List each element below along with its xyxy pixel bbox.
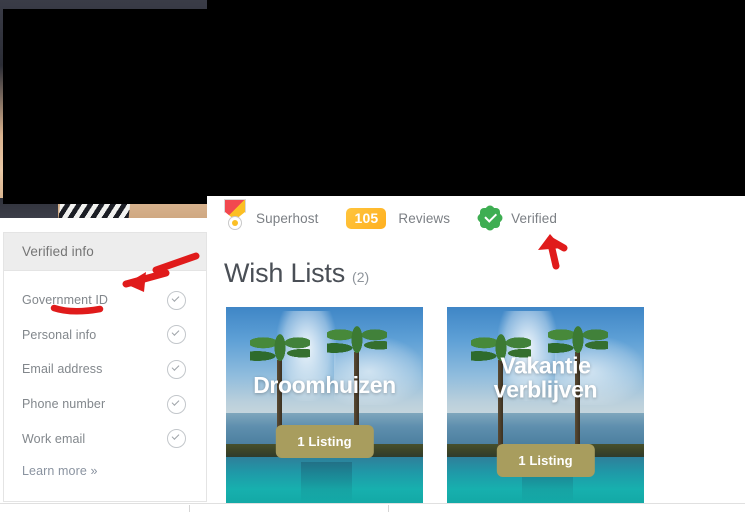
check-circle-icon (167, 394, 186, 414)
page-title: Wish Lists (224, 258, 346, 288)
verified-green-badge-icon (475, 203, 505, 233)
verified-item-label: Government ID (22, 293, 109, 308)
check-circle-icon (167, 429, 186, 449)
verified-label: Verified (511, 210, 557, 226)
screenshot-root: Verified info Government ID Personal inf… (0, 0, 745, 512)
verified-item-label: Work email (22, 431, 86, 446)
learn-more-link[interactable]: Learn more » (4, 464, 98, 478)
page-bottom-divider (0, 503, 745, 504)
verified-item-personal-info: Personal info (22, 318, 190, 353)
profile-photo (0, 0, 207, 218)
card-sea (447, 412, 644, 447)
verified-item-phone-number: Phone number (22, 387, 190, 422)
check-circle-icon (167, 290, 186, 310)
redaction-box (3, 9, 207, 204)
superhost-label: Superhost (256, 210, 319, 226)
verified-info-list: Government ID Personal info Email addres… (4, 271, 206, 456)
wish-list-card-title-line: verblijven (493, 376, 598, 403)
bottom-tick-mark (189, 505, 190, 512)
verified-item-work-email: Work email (22, 421, 190, 456)
wish-lists-heading: Wish Lists (2) (224, 258, 369, 289)
wish-list-card-title: Droomhuizen (253, 372, 396, 399)
wish-list-card-droomhuizen[interactable]: Droomhuizen 1 Listing (226, 307, 423, 503)
verified-item-government-id: Government ID (22, 283, 190, 318)
redaction-overlay-right (207, 0, 745, 196)
wish-list-card-vakantie-verblijven[interactable]: Vakantie verblijven 1 Listing (447, 307, 644, 503)
card-pool (226, 456, 423, 503)
verified-status[interactable]: Verified (450, 203, 557, 233)
wish-list-card-title-line: Vakantie (500, 352, 591, 379)
verified-info-header: Verified info (4, 233, 206, 271)
superhost-medal-icon (224, 199, 246, 233)
verified-item-label: Email address (22, 362, 103, 377)
verified-item-label: Phone number (22, 397, 106, 412)
wish-list-listing-badge: 1 Listing (496, 444, 595, 478)
reviews-count-badge: 105 (346, 207, 387, 229)
verified-item-label: Personal info (22, 327, 97, 342)
reviews-status[interactable]: 105 Reviews (318, 207, 451, 229)
verified-info-card: Verified info Government ID Personal inf… (3, 232, 207, 502)
check-circle-icon (167, 359, 186, 379)
superhost-status[interactable]: Superhost (224, 199, 319, 233)
wish-list-listing-badge: 1 Listing (275, 424, 374, 458)
bottom-tick-mark (388, 505, 389, 512)
wish-lists-grid: Droomhuizen 1 Listing Vakantie verblijve… (226, 307, 644, 503)
wish-lists-count: (2) (352, 269, 370, 285)
profile-status-row: Superhost 105 Reviews Verified (224, 199, 557, 233)
wish-list-card-title: Vakantie verblijven (447, 353, 644, 402)
verified-info-title: Verified info (22, 244, 94, 259)
check-circle-icon (167, 325, 186, 345)
verified-item-email-address: Email address (22, 352, 190, 387)
reviews-label: Reviews (398, 210, 451, 226)
